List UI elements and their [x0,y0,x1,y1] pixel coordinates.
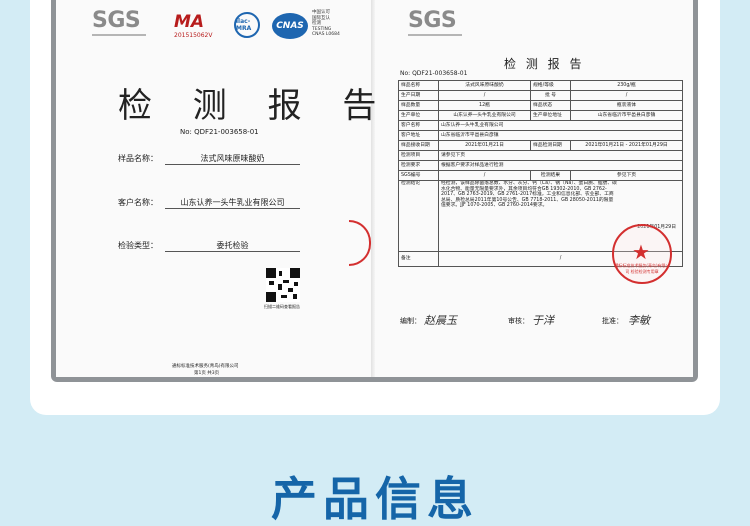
table-row: 生产单位 山东认养一头牛乳业有限公司 生产单位地址 山东省临沂市平邑县白彦镇 [398,110,683,121]
right-report-number: No: QDF21-003658-01 [400,70,468,77]
sign-compiled-name: 赵晨玉 [424,314,457,327]
table-row: 样品数量 12瓶 样品状态 瓶装液体 [398,100,683,111]
ilac-mra-logo: ilac-MRA [234,12,260,38]
cnas-accreditation-text: 中国认可 国际互认 检测 TESTING CNAS L0684 [312,10,340,37]
table-row: SGS编号 / 检测结果 参见下页 [398,170,683,181]
table-row: 客户地址 山东省临沂市平邑县白彦镇 [398,130,683,141]
sign-compiled-label: 编制： [400,317,421,325]
qr-code [266,268,300,302]
sign-approve-name: 李敏 [628,314,650,327]
sign-review-label: 审核： [508,317,529,325]
right-report-title: 检 测 报 告 [504,57,585,71]
inspection-type-label: 检验类型： [118,241,158,250]
conclusion-text: 经检测，该样品除菌落总数、水分、灰分、钙（Ca）、钠（Na）、蛋白质、脂肪、碳水… [441,181,617,209]
sample-name-value: 法式风味原味酸奶 [165,153,300,165]
section-title: 产品信息 [271,472,479,526]
client-name-value: 山东认养一头牛乳业有限公司 [165,197,300,209]
seal-star-icon: ★ [632,240,650,264]
right-sgs-logo: SGS [408,8,457,33]
ma-mark: MA [174,12,205,32]
table-row: 检测要求 根据客户要求对样品进行检测 [398,160,683,171]
client-name-label: 客户名称： [118,198,158,207]
table-row: 生产日期 / 批 号 / [398,90,683,101]
left-footer-company: 通标标准技术服务(青岛)有限公司 [172,364,239,369]
inspection-type-value: 委托检验 [165,240,300,252]
report-title: 检 测 报 告 [118,86,392,126]
inspection-seal: ★ 通标标准技术服务(青岛)有限公司 检验检测专用章 [612,224,672,284]
cnas-logo: CNAS [272,13,308,39]
sgs-logo: SGS [92,8,141,33]
table-row: 客户名称 山东认养一头牛乳业有限公司 [398,120,683,131]
ma-logo: MA 201515062V [174,12,212,39]
page-fold [371,0,375,377]
sample-name-label: 样品名称： [118,154,158,163]
table-row: 检测项目 请参见下页 [398,150,683,161]
seal-text: 通标标准技术服务(青岛)有限公司 检验检测专用章 [614,263,670,274]
table-row: 样品名称 法式风味原味酸奶 规格/等级 230g/瓶 [398,80,683,91]
report-number: No: QDF21-003658-01 [180,128,259,136]
ma-code: 201515062V [174,32,213,39]
sign-review-name: 于洋 [532,314,554,327]
sgs-underline [92,34,146,36]
sign-approve-label: 批准： [602,317,623,325]
qr-caption: 扫描二维码查看报告 [264,304,300,309]
left-footer-page: 第1页 共3页 [194,371,220,376]
table-row: 样品接收日期 2021年01月21日 样品检测日期 2021年01月21日 - 202… [398,140,683,151]
right-sgs-underline [408,34,462,36]
